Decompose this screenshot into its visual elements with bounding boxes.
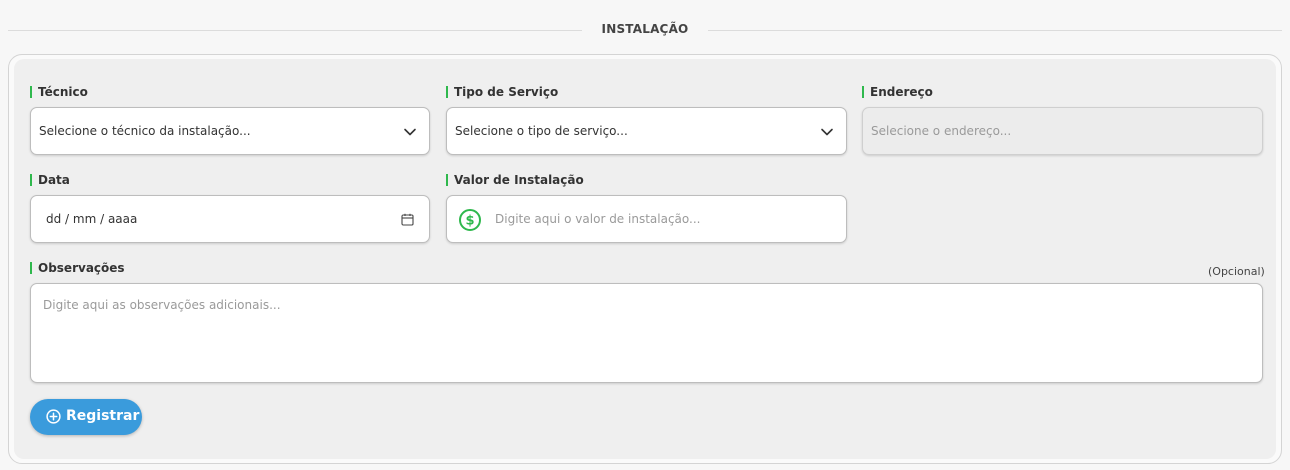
tecnico-select-value: Selecione o técnico da instalação... (39, 124, 251, 138)
date-input[interactable]: dd / mm / aaaa (30, 195, 430, 243)
endereco-select[interactable]: Selecione o endereço... (862, 107, 1263, 155)
plus-circle-icon (46, 409, 61, 424)
svg-text:$: $ (465, 214, 474, 229)
divider-right (708, 30, 1282, 31)
installation-form-card: Técnico Selecione o técnico da instalaçã… (8, 54, 1282, 464)
endereco-label: Endereço (862, 85, 933, 99)
data-label: Data (30, 173, 70, 187)
section-title: INSTALAÇÃO (601, 22, 689, 36)
tecnico-label: Técnico (30, 85, 88, 99)
tipo-servico-select-value: Selecione o tipo de serviço... (455, 124, 628, 138)
date-input-value: dd / mm / aaaa (46, 212, 138, 226)
form-panel: Técnico Selecione o técnico da instalaçã… (14, 59, 1276, 459)
observacoes-placeholder: Digite aqui as observações adicionais... (43, 298, 281, 312)
valor-placeholder: Digite aqui o valor de instalação... (495, 212, 701, 226)
endereco-placeholder: Selecione o endereço... (871, 124, 1012, 138)
divider-left (8, 30, 582, 31)
registrar-button[interactable]: Registrar (30, 399, 142, 435)
tipo-servico-select[interactable]: Selecione o tipo de serviço... (446, 107, 847, 155)
observacoes-textarea[interactable]: Digite aqui as observações adicionais... (30, 283, 1263, 383)
tecnico-select[interactable]: Selecione o técnico da instalação... (30, 107, 430, 155)
dollar-circle-icon: $ (459, 209, 481, 231)
chevron-down-icon (404, 128, 416, 136)
observacoes-label: Observações (30, 261, 125, 275)
registrar-button-label: Registrar (66, 408, 140, 424)
valor-input[interactable]: $ Digite aqui o valor de instalação... (446, 195, 847, 243)
section-header: INSTALAÇÃO (0, 0, 1290, 56)
optional-hint: (Opcional) (1208, 265, 1265, 278)
tipo-servico-label: Tipo de Serviço (446, 85, 558, 99)
valor-label: Valor de Instalação (446, 173, 584, 187)
calendar-icon[interactable] (401, 213, 414, 226)
chevron-down-icon (821, 128, 833, 136)
